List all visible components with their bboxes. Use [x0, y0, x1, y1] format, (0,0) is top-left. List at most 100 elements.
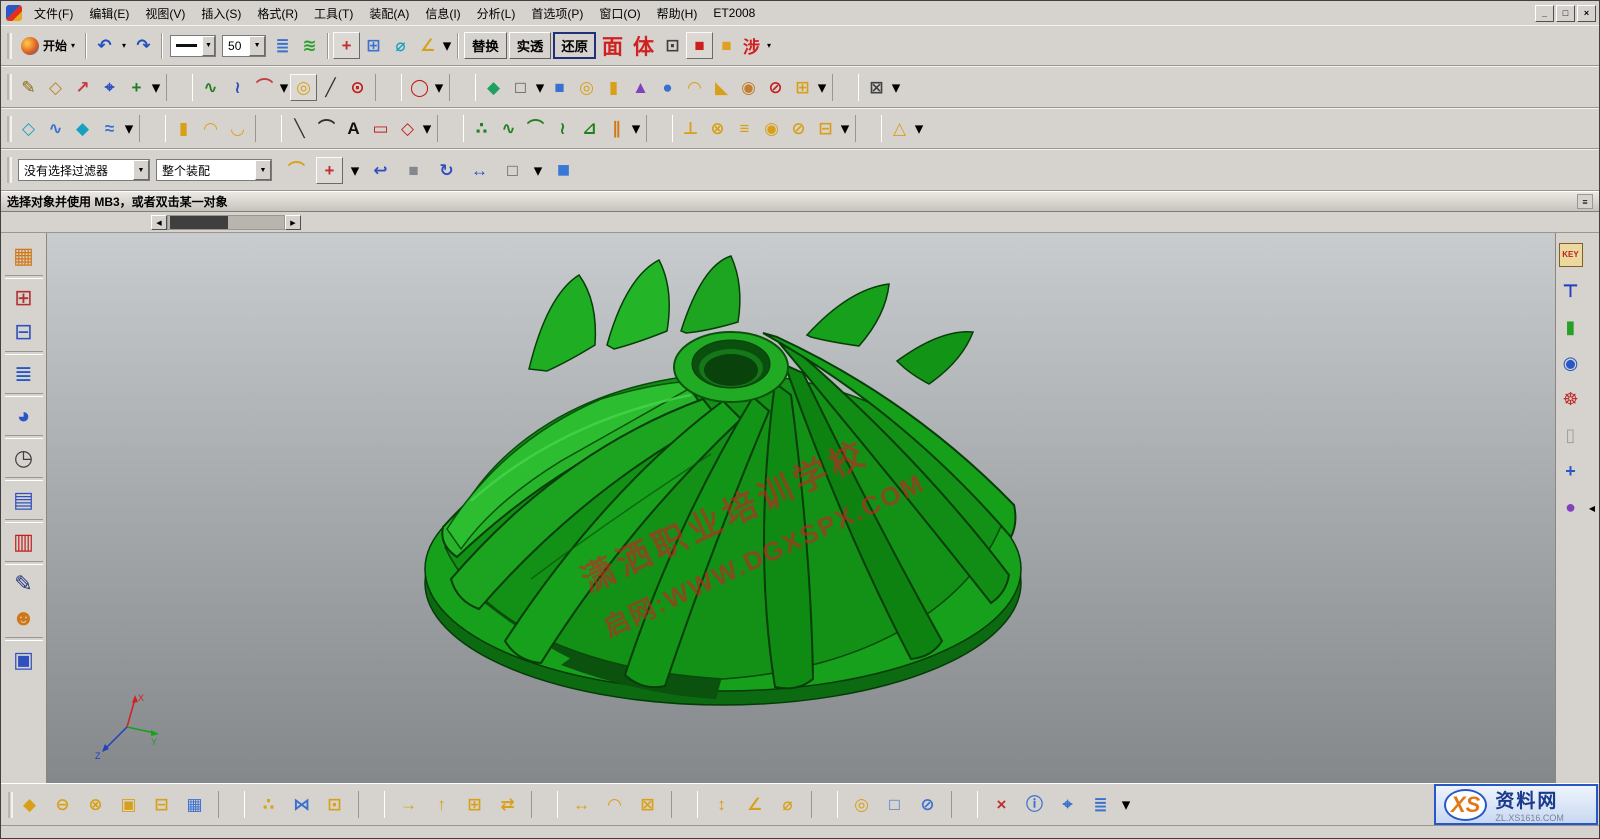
horizontal-scrollbar[interactable]: ◀ ▶: [151, 215, 301, 230]
orient-cube-icon[interactable]: ■: [400, 157, 427, 184]
clamp-template-icon[interactable]: ⊤: [1559, 279, 1583, 303]
impeller-model[interactable]: [411, 249, 1031, 709]
unite-icon[interactable]: ◆: [16, 791, 43, 818]
pan-view-icon[interactable]: ↔: [466, 157, 493, 184]
analysis-pole-icon[interactable]: ⌖: [1054, 791, 1081, 818]
menu-preferences[interactable]: 首选项(P): [523, 2, 591, 25]
part-navigator-icon[interactable]: ⊟: [6, 315, 42, 349]
wave-rule-icon[interactable]: ≣: [1087, 791, 1114, 818]
copy-display-icon[interactable]: ⊡: [659, 32, 686, 59]
pattern-icon[interactable]: ⊞: [789, 74, 816, 101]
layer-select[interactable]: 50 ▼: [222, 35, 266, 57]
cylinder-surface-icon[interactable]: ▮: [170, 115, 197, 142]
toolbar-grip[interactable]: [7, 157, 12, 183]
selection-filter-select[interactable]: 没有选择过滤器 ▼: [18, 159, 150, 181]
swoop-surface-icon[interactable]: ◠: [197, 115, 224, 142]
panels-icon[interactable]: ▣: [6, 643, 42, 677]
scroll-track[interactable]: [167, 215, 285, 230]
x-form-icon[interactable]: ×: [988, 791, 1015, 818]
interference-icon[interactable]: ⊠: [863, 74, 890, 101]
red-block-icon[interactable]: ■: [686, 32, 713, 59]
curve-dropdown-caret[interactable]: ▾: [278, 74, 290, 101]
unite-feature-icon[interactable]: ◆: [480, 74, 507, 101]
wave-button[interactable]: 涉: [740, 33, 763, 58]
wave-link-icon[interactable]: ◎: [290, 74, 317, 101]
replace-button[interactable]: 替换: [464, 32, 507, 59]
bridge-curve-icon[interactable]: ⌒: [522, 115, 549, 142]
radial-dimension-icon[interactable]: ⌀: [774, 791, 801, 818]
sketch-curve-dropdown-caret[interactable]: ▾: [421, 115, 433, 142]
derived-dropdown-caret[interactable]: ▾: [630, 115, 642, 142]
clamp-part-icon[interactable]: +: [1559, 459, 1583, 483]
conic-curve-icon[interactable]: ⌒: [251, 74, 278, 101]
extrude-icon[interactable]: ■: [546, 74, 573, 101]
move-face-icon[interactable]: →: [395, 791, 422, 818]
menu-insert[interactable]: 插入(S): [193, 2, 249, 25]
shaded-translucent-button[interactable]: 实透: [509, 32, 552, 59]
roles-icon[interactable]: ☻: [6, 601, 42, 635]
arc-dropdown-caret[interactable]: ▾: [433, 74, 445, 101]
section-curve-icon[interactable]: ⊿: [576, 115, 603, 142]
circle-icon[interactable]: ⊙: [344, 74, 371, 101]
collapse-arrow-icon[interactable]: ◀: [1589, 504, 1595, 513]
measure-angle-icon[interactable]: ∠: [414, 32, 441, 59]
profile-icon[interactable]: ◇: [394, 115, 421, 142]
key-palette-icon[interactable]: KEY: [1559, 243, 1583, 267]
start-button[interactable]: 开始 ▾: [15, 35, 81, 57]
arc2-icon[interactable]: ⌒: [313, 115, 340, 142]
cylinder-icon[interactable]: ▮: [600, 74, 627, 101]
menu-info[interactable]: 信息(I): [417, 2, 468, 25]
constraint-navigator-icon[interactable]: ⊞: [6, 281, 42, 315]
datum-dropdown-caret[interactable]: ▾: [150, 74, 162, 101]
datum-csys-icon[interactable]: ⌖: [96, 74, 123, 101]
text-icon[interactable]: A: [340, 115, 367, 142]
cone-icon[interactable]: ▲: [627, 74, 654, 101]
info-icon[interactable]: ⓘ: [1021, 791, 1048, 818]
intersect-curve-icon[interactable]: ⊗: [704, 115, 731, 142]
toolbar-grip[interactable]: [7, 74, 12, 100]
delete-face-icon[interactable]: ⊠: [634, 791, 661, 818]
green-part-icon[interactable]: ▮: [1559, 315, 1583, 339]
body-filter-button[interactable]: 体: [628, 31, 659, 61]
scroll-left-icon[interactable]: ◀: [151, 215, 167, 230]
project-curve-icon[interactable]: ⊥: [677, 115, 704, 142]
gold-block-icon[interactable]: ■: [713, 32, 740, 59]
menu-file[interactable]: 文件(F): [26, 2, 81, 25]
assembly-navigator-icon[interactable]: ▦: [6, 239, 42, 273]
edit-curve-dropdown-caret[interactable]: ▾: [839, 115, 851, 142]
surface-dropdown-caret[interactable]: ▾: [123, 115, 135, 142]
sphere-icon[interactable]: ●: [654, 74, 681, 101]
resize-blend-icon[interactable]: ◠: [601, 791, 628, 818]
wave-dropdown-caret[interactable]: ▾: [763, 32, 775, 59]
scroll-thumb[interactable]: [170, 216, 228, 229]
select-point-icon[interactable]: +: [316, 157, 343, 184]
mirror-feature-icon[interactable]: ⋈: [288, 791, 315, 818]
resource-collapse-strip[interactable]: ◀: [1585, 233, 1599, 783]
redo-button[interactable]: ↷: [130, 32, 157, 59]
sew-icon[interactable]: ▦: [181, 791, 208, 818]
angular-dimension-icon[interactable]: ∠: [741, 791, 768, 818]
rotate-view-icon[interactable]: ↻: [433, 157, 460, 184]
point-set-icon[interactable]: ∴: [468, 115, 495, 142]
block-dropdown-caret[interactable]: ▾: [534, 74, 546, 101]
purple-part-icon[interactable]: ●: [1559, 495, 1583, 519]
rect-dropdown-caret[interactable]: ▾: [532, 157, 544, 184]
wrap-curve-icon[interactable]: ◉: [758, 115, 785, 142]
four-point-surface-icon[interactable]: ◇: [15, 115, 42, 142]
datum-plane-icon[interactable]: ◇: [42, 74, 69, 101]
blend-icon[interactable]: ◠: [681, 74, 708, 101]
linear-dimension-icon[interactable]: ↕: [708, 791, 735, 818]
assembly-cut-icon[interactable]: ⊟: [148, 791, 175, 818]
subtract-icon[interactable]: ⊖: [49, 791, 76, 818]
rect-select-icon[interactable]: □: [499, 157, 526, 184]
menu-view[interactable]: 视图(V): [137, 2, 193, 25]
menu-analysis[interactable]: 分析(L): [469, 2, 524, 25]
prompt-menu-icon[interactable]: ≡: [1577, 194, 1593, 209]
arc-icon[interactable]: ◯: [406, 74, 433, 101]
spline-icon[interactable]: ∿: [197, 74, 224, 101]
boolean-pair-icon[interactable]: ⊡: [321, 791, 348, 818]
restore-button[interactable]: □: [1556, 5, 1575, 22]
trim-curve-icon[interactable]: ⊘: [785, 115, 812, 142]
through-curves-icon[interactable]: ≈: [96, 115, 123, 142]
line2-icon[interactable]: ╲: [286, 115, 313, 142]
